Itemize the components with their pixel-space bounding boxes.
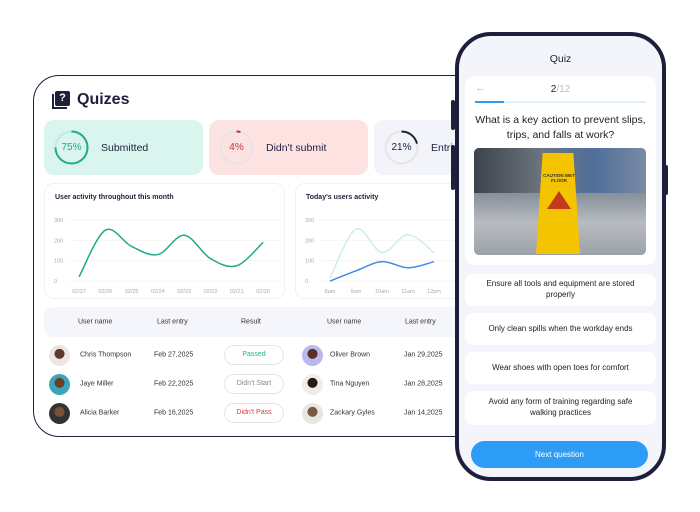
result-badge: Didn't Start [224, 374, 284, 394]
x-tick-label: 10am [375, 289, 389, 295]
question-book-icon: ? [52, 91, 70, 109]
col-header: Result [241, 318, 261, 326]
x-tick-label: 02/21 [230, 289, 244, 295]
question-counter: 2/12 [550, 84, 571, 95]
y-tick-label: 0 [305, 279, 308, 285]
result-badge: Passed [224, 345, 284, 365]
avatar [302, 403, 323, 424]
avatar [49, 403, 70, 424]
user-name: Zackary Gyles [330, 409, 375, 417]
x-tick-label: 02/24 [151, 289, 165, 295]
stat-label: Submitted [101, 141, 149, 154]
user-name: Oliver Brown [330, 351, 371, 359]
stat-label: Didn't submit [266, 141, 327, 154]
avatar [49, 345, 70, 366]
x-tick-label: 11am [401, 289, 415, 295]
question-text: What is a key action to prevent slips, t… [475, 114, 646, 141]
col-header: User name [78, 318, 113, 326]
table-row[interactable]: Jaye Miller Feb 22,2025 Didn't Start Tin… [44, 372, 482, 396]
user-name: Chris Thompson [80, 351, 132, 359]
chart-title: User activity throughout this month [55, 194, 174, 201]
avatar [302, 345, 323, 366]
result-badge: Didn't Pass [224, 403, 284, 423]
y-tick-label: 300 [54, 218, 63, 224]
answer-option[interactable]: Avoid any form of training regarding saf… [465, 391, 656, 425]
progress-ring: 21% [383, 129, 420, 166]
dashboard-title: ? Quizes [52, 91, 129, 109]
last-entry: Feb 27,2025 [154, 351, 194, 359]
series-line [329, 228, 435, 279]
y-tick-label: 200 [54, 238, 63, 244]
x-tick-label: 9am [351, 289, 362, 295]
progress-bar [475, 101, 646, 103]
quiz-phone: Quiz ← 2/12 What is a key action to prev… [455, 32, 666, 481]
series-line [329, 260, 435, 282]
y-tick-label: 100 [305, 259, 314, 265]
y-tick-label: 200 [305, 238, 314, 244]
y-tick-label: 0 [54, 279, 57, 285]
col-header: User name [327, 318, 362, 326]
x-tick-label: 02/25 [125, 289, 139, 295]
avatar [302, 374, 323, 395]
series-line [78, 228, 264, 278]
x-tick-label: 02/26 [98, 289, 112, 295]
answer-option[interactable]: Only clean spills when the workday ends [465, 313, 656, 345]
stat-label: Entri [431, 141, 453, 154]
x-tick-label: 02/20 [256, 289, 270, 295]
x-tick-label: 8am [325, 289, 336, 295]
user-name: Alicia Barker [80, 409, 120, 417]
x-tick-label: 02/27 [72, 289, 86, 295]
x-tick-label: 02/22 [204, 289, 218, 295]
quizzes-dashboard: ? Quizes 75% Submitted 4% Didn't submit … [33, 75, 483, 437]
stat-card[interactable]: 75% Submitted [44, 120, 203, 175]
y-tick-label: 100 [54, 259, 63, 265]
avatar [49, 374, 70, 395]
answer-option[interactable]: Wear shoes with open toes for comfort [465, 352, 656, 384]
wet-floor-sign-image: CAUTION WET FLOOR [474, 148, 646, 255]
col-header: Last entry [157, 318, 188, 326]
table-header: User name Last entry Result User name La… [44, 307, 482, 337]
quiz-title: Quiz [549, 53, 572, 65]
next-question-button[interactable]: Next question [471, 441, 648, 468]
question-card: ← 2/12 What is a key action to prevent s… [465, 76, 656, 265]
last-entry: Jan 28,2025 [404, 380, 443, 388]
stat-card[interactable]: 4% Didn't submit [209, 120, 368, 175]
last-entry: Feb 16,2025 [154, 409, 194, 417]
col-header: Last entry [405, 318, 436, 326]
x-tick-label: 02/23 [177, 289, 191, 295]
progress-ring: 4% [218, 129, 255, 166]
last-entry: Jan 14,2025 [404, 409, 443, 417]
y-tick-label: 300 [305, 218, 314, 224]
user-name: Tina Nguyen [330, 380, 370, 388]
user-name: Jaye Miller [80, 380, 114, 388]
table-row[interactable]: Chris Thompson Feb 27,2025 Passed Oliver… [44, 343, 482, 367]
table-row[interactable]: Alicia Barker Feb 16,2025 Didn't Pass Za… [44, 401, 482, 425]
monthly-activity-chart: User activity throughout this month 300 2… [44, 183, 285, 299]
last-entry: Feb 22,2025 [154, 380, 194, 388]
last-entry: Jan 29,2025 [404, 351, 443, 359]
x-tick-label: 12pm [427, 289, 441, 295]
chart-title: Today's users activity [306, 194, 379, 201]
answer-option[interactable]: Ensure all tools and equipment are store… [465, 274, 656, 306]
progress-ring: 75% [53, 129, 90, 166]
